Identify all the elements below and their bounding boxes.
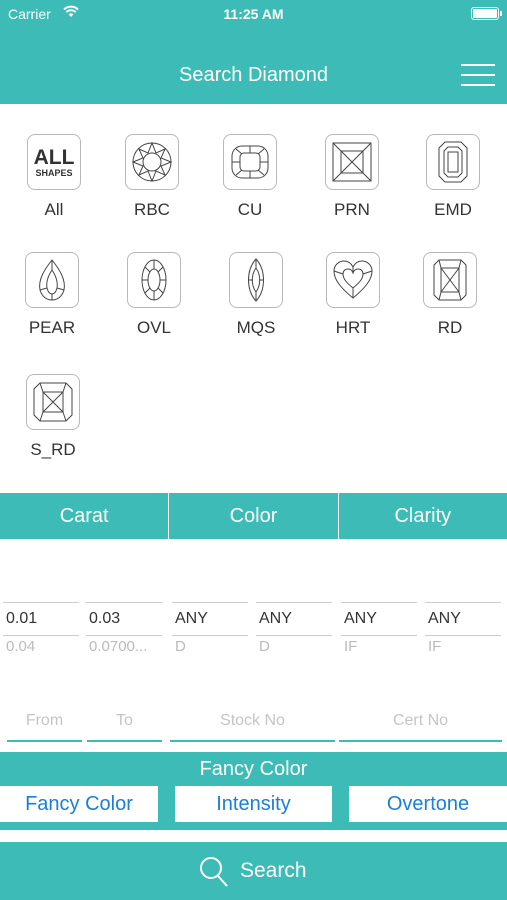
princess-tile: [325, 134, 379, 190]
shape-label: RBC: [134, 200, 170, 219]
filter-tabs: Carat Color Clarity: [0, 493, 507, 539]
shape-label: EMD: [434, 200, 472, 219]
tab-carat[interactable]: Carat: [0, 493, 170, 539]
clarity-from-picker[interactable]: ANY IF: [341, 602, 417, 658]
pear-icon: [39, 259, 65, 301]
shape-label: HRT: [335, 318, 371, 337]
picker-selected: ANY: [341, 602, 417, 636]
shape-rd[interactable]: RD: [405, 252, 495, 338]
shape-label: PRN: [334, 200, 370, 219]
shape-label: MQS: [236, 318, 276, 337]
color-from-picker[interactable]: ANY D: [172, 602, 248, 658]
all-shapes-icon-text: ALL: [33, 145, 75, 169]
color-to-picker[interactable]: ANY D: [256, 602, 332, 658]
shape-all[interactable]: ALL SHAPES All: [9, 134, 99, 220]
picker-selected: 0.03: [86, 602, 162, 636]
radiant-icon: [433, 259, 467, 301]
marquise-icon: [248, 258, 264, 302]
tab-clarity[interactable]: Clarity: [339, 493, 507, 539]
heart-icon: [333, 260, 373, 299]
picker-selected: 0.01: [3, 602, 79, 636]
all-shapes-icon-subtext: SHAPES: [35, 167, 73, 178]
shape-s-rd[interactable]: S_RD: [8, 374, 98, 460]
picker-next: D: [259, 638, 270, 655]
picker-next: 0.0700...: [89, 638, 148, 655]
shape-mqs[interactable]: MQS: [211, 252, 301, 338]
oval-icon: [141, 259, 167, 301]
emerald-icon: [438, 141, 468, 183]
square-radiant-tile: [26, 374, 80, 430]
picker-next: IF: [428, 638, 442, 655]
menu-button[interactable]: [461, 62, 495, 88]
shape-label: All: [44, 200, 64, 219]
picker-selected: ANY: [425, 602, 501, 636]
carat-to-picker[interactable]: 0.03 0.0700...: [86, 602, 162, 658]
fancy-color-section: Fancy Color Fancy Color Intensity Overto…: [0, 752, 507, 830]
shape-label: RD: [437, 318, 463, 337]
search-button[interactable]: Search: [0, 842, 507, 900]
status-time: 11:25 AM: [223, 6, 284, 22]
fancy-color-button[interactable]: Fancy Color: [0, 786, 158, 822]
search-label: Search: [240, 859, 307, 882]
cushion-icon: [231, 145, 269, 179]
round-brilliant-tile: [125, 134, 179, 190]
tab-color[interactable]: Color: [169, 493, 339, 539]
from-input[interactable]: [7, 702, 82, 742]
status-bar: Carrier 11:25 AM: [0, 0, 507, 28]
shape-label: CU: [237, 200, 263, 219]
cert-no-input[interactable]: [339, 702, 502, 742]
cushion-tile: [223, 134, 277, 190]
shape-hrt[interactable]: HRT: [308, 252, 398, 338]
picker-selected: ANY: [172, 602, 248, 636]
overtone-button[interactable]: Overtone: [349, 786, 507, 822]
shape-ovl[interactable]: OVL: [109, 252, 199, 338]
shape-label: S_RD: [30, 440, 76, 459]
princess-icon: [332, 142, 372, 182]
round-brilliant-icon: [131, 141, 173, 183]
picker-selected: ANY: [256, 602, 332, 636]
shape-cu[interactable]: CU: [205, 134, 295, 220]
page-title: Search Diamond: [179, 64, 328, 86]
search-icon: [200, 857, 228, 887]
all-shapes-icon: ALL SHAPES: [27, 134, 81, 190]
square-radiant-icon: [33, 382, 73, 422]
shape-prn[interactable]: PRN: [307, 134, 397, 220]
clarity-to-picker[interactable]: ANY IF: [425, 602, 501, 658]
menu-icon-line: [461, 84, 495, 86]
shape-rbc[interactable]: RBC: [107, 134, 197, 220]
top-bar: Carrier 11:25 AM Search Diamond: [0, 0, 507, 104]
menu-icon-line: [461, 74, 495, 76]
shape-pear[interactable]: PEAR: [7, 252, 97, 338]
shape-label: OVL: [136, 318, 172, 337]
pear-tile: [25, 252, 79, 308]
carat-from-picker[interactable]: 0.01 0.04: [3, 602, 79, 658]
picker-area: 0.01 0.04 0.03 0.0700... ANY D ANY D ANY…: [0, 540, 507, 680]
battery-icon: [471, 7, 502, 20]
marquise-tile: [229, 252, 283, 308]
picker-next: D: [175, 638, 186, 655]
fancy-color-title: Fancy Color: [199, 758, 308, 780]
menu-icon: [461, 64, 495, 66]
picker-next: 0.04: [6, 638, 36, 655]
heart-tile: [326, 252, 380, 308]
radiant-tile: [423, 252, 477, 308]
stock-no-input[interactable]: [170, 702, 335, 742]
shape-emd[interactable]: EMD: [408, 134, 498, 220]
shape-label: PEAR: [28, 318, 76, 337]
oval-tile: [127, 252, 181, 308]
to-input[interactable]: [87, 702, 162, 742]
emerald-tile: [426, 134, 480, 190]
intensity-button[interactable]: Intensity: [175, 786, 332, 822]
picker-next: IF: [344, 638, 358, 655]
